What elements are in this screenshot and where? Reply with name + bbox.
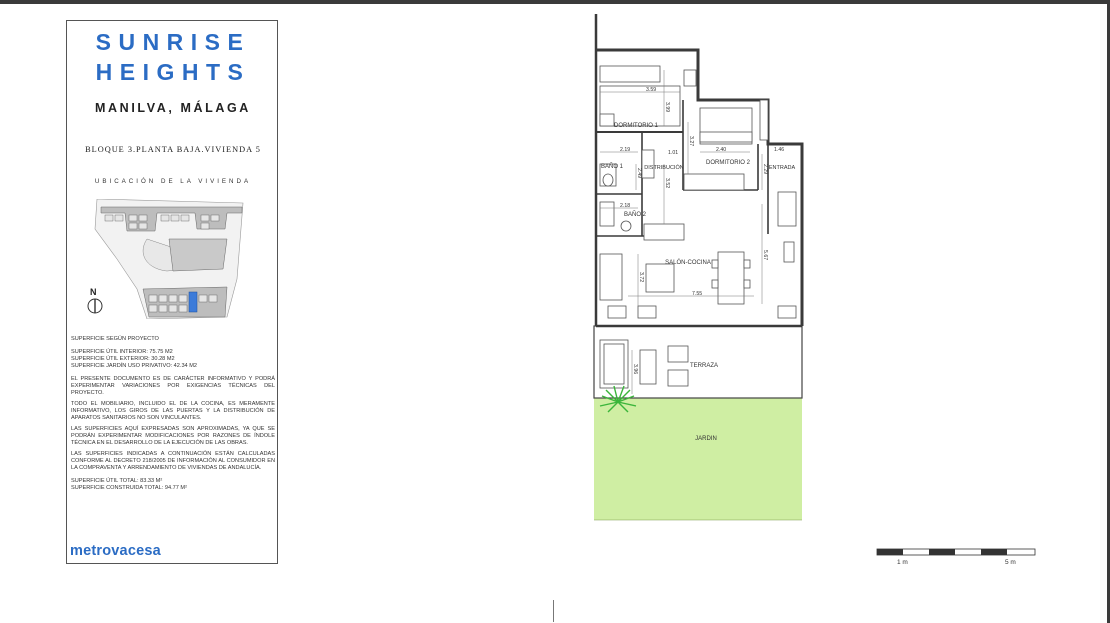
surface-garden: SUPERFICIE JARDÍN USO PRIVATIVO: 42.34 M… (71, 363, 197, 369)
project-location: MANILVA, MÁLAGA (95, 101, 251, 115)
label-bano-2: BAÑO 2 (624, 211, 647, 218)
dim-label: 3.52 (664, 178, 670, 188)
scale-label-5m: 5 m (1005, 559, 1016, 566)
dim-label: 3.99 (664, 102, 670, 112)
dim-label: 2.40 (716, 147, 726, 153)
top-frame-border (0, 0, 1110, 4)
dim-label: 2.29 (762, 164, 768, 174)
total-built-surface: SUPERFICIE CONSTRUIDA TOTAL: 94.77 M² (71, 485, 187, 491)
surface-interior: SUPERFICIE ÚTIL INTERIOR: 75.75 M2 (71, 349, 173, 355)
disclaimer-note-2: TODO EL MOBILIARIO, INCLUIDO EL DE LA CO… (71, 401, 275, 421)
disclaimer-note-4: LAS SUPERFICIES INDICADAS A CONTINUACIÓN… (71, 451, 275, 471)
dim-label: 1.46 (774, 147, 784, 153)
dim-label: 3.96 (632, 364, 638, 374)
location-section-label: UBICACIÓN DE LA VIVIENDA (94, 178, 252, 185)
label-bano-1: BAÑO 1 (601, 163, 624, 170)
disclaimer-note-3: LAS SUPERFICIES AQUÍ EXPRESADAS SON APRO… (71, 426, 275, 446)
garden-area (594, 398, 802, 520)
dim-label: 2.19 (620, 147, 630, 153)
label-salon-cocina: SALÓN-COCINA (665, 259, 711, 266)
dim-label: 1.01 (668, 150, 678, 156)
dim-label: 3.59 (646, 87, 656, 93)
dim-label: 5.67 (762, 250, 768, 260)
label-distribucion: DISTRIBUCIÓN (644, 164, 683, 171)
unit-identifier: BLOQUE 3.PLANTA BAJA.VIVIENDA 5 (85, 145, 261, 154)
dim-label: 3.72 (638, 272, 644, 282)
scale-bar (876, 548, 1036, 556)
dim-label: 3.27 (688, 136, 694, 146)
compass-icon (87, 298, 103, 314)
project-title-line2: HEIGHTS (95, 59, 251, 85)
info-panel: SUNRISE HEIGHTS MANILVA, MÁLAGA BLOQUE 3… (66, 20, 278, 564)
highlighted-unit (188, 291, 198, 313)
surfaces-info: SUPERFICIE SEGÚN PROYECTO SUPERFICIE ÚTI… (71, 336, 275, 496)
dim-label: 7.55 (692, 291, 702, 297)
label-entrada: ENTRADA (769, 165, 796, 171)
total-useful-surface: SUPERFICIE ÚTIL TOTAL: 83.33 M² (71, 478, 163, 484)
disclaimer-note-1: EL PRESENTE DOCUMENTO ES DE CARÁCTER INF… (71, 376, 275, 396)
surface-header: SUPERFICIE SEGÚN PROYECTO (71, 336, 159, 342)
floor-plan: DORMITORIO 1 DORMITORIO 2 BAÑO 1 BAÑO 2 … (593, 14, 804, 521)
project-title-line1: SUNRISE (95, 29, 251, 55)
dim-label: 2.49 (636, 168, 642, 178)
scale-label-1m: 1 m (897, 559, 908, 566)
label-dormitorio-2: DORMITORIO 2 (706, 160, 751, 166)
brand-logo: metrovacesa (70, 543, 161, 559)
surface-exterior: SUPERFICIE ÚTIL EXTERIOR: 30.28 M2 (71, 356, 175, 362)
label-terraza: TERRAZA (690, 363, 718, 369)
label-dormitorio-1: DORMITORIO 1 (614, 123, 659, 129)
dim-label: 2.18 (620, 203, 630, 209)
label-jardin: JARDIN (695, 436, 717, 442)
bottom-divider-tick (553, 600, 554, 622)
